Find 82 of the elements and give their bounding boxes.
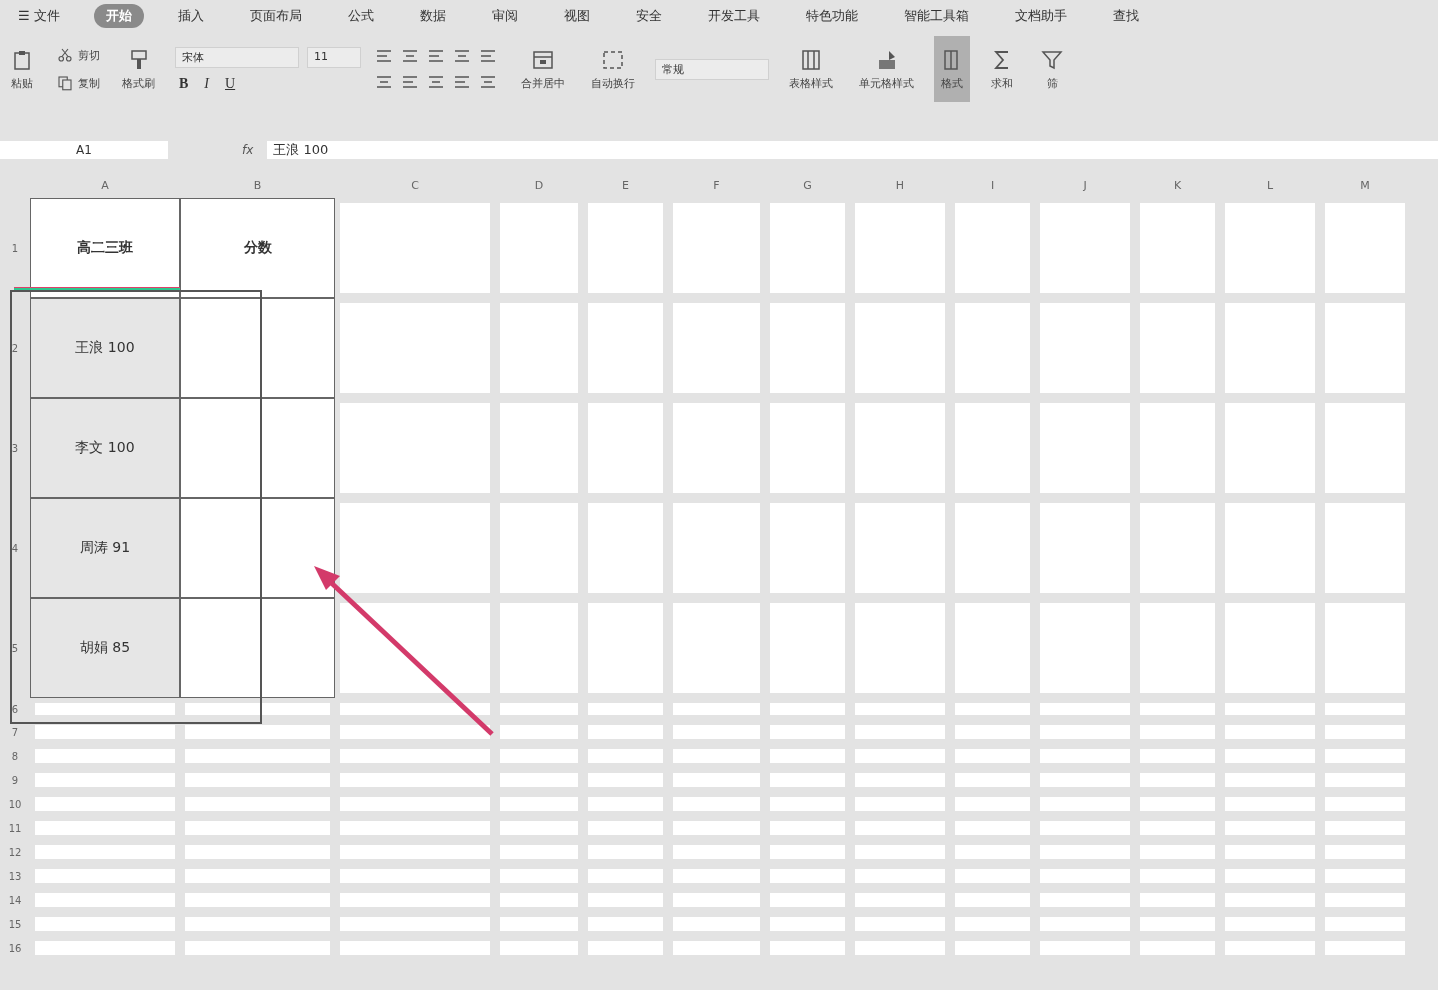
align-icon[interactable] [401,73,419,91]
ribbon-button[interactable]: 合并居中 [515,36,571,102]
format-button[interactable]: U [221,75,240,92]
ribbon-button[interactable]: 格式 [934,36,970,102]
menu-tab[interactable]: 开发工具 [695,4,772,28]
row-header[interactable]: 11 [0,816,30,840]
column-header[interactable]: G [765,172,850,198]
align-icon[interactable] [427,73,445,91]
column-header[interactable]: H [850,172,950,198]
table-icon [799,47,823,72]
menu-tab[interactable]: 特色功能 [793,4,870,28]
row-header[interactable]: 1 [0,198,30,298]
row-header[interactable]: 13 [0,864,30,888]
copy-icon [56,74,74,92]
ribbon-button[interactable]: 单元格样式 [853,36,920,102]
ribbon-button[interactable]: 剪切 [54,44,102,66]
menu-tab[interactable]: 文档助手 [1002,4,1079,28]
menu-tab[interactable]: 审阅 [479,4,530,28]
menu-tab[interactable]: ☰ 文件 [6,4,72,28]
align-icon[interactable] [427,47,445,65]
menu-tab[interactable]: 插入 [165,4,216,28]
row-header[interactable]: 16 [0,936,30,960]
align-icon[interactable] [375,47,393,65]
formula-field[interactable]: 王浪 100 [267,141,1438,159]
column-header[interactable]: A [30,172,180,198]
font-name-field[interactable]: 宋体 [175,46,299,68]
format-button[interactable]: B [175,75,193,92]
column-header[interactable]: D [495,172,583,198]
name-box[interactable]: A1 [0,141,168,159]
row-header[interactable]: 4 [0,498,30,598]
format-button[interactable]: I [200,75,213,92]
font-size-field[interactable]: 11 [307,46,361,68]
table-cell: 周涛 91 [30,498,180,598]
column-header[interactable]: K [1135,172,1220,198]
align-icon[interactable] [453,47,471,65]
row-header[interactable]: 3 [0,398,30,498]
table-cell: 李文 100 [30,398,180,498]
column-header[interactable]: F [668,172,765,198]
ribbon-button[interactable]: 格式刷 [116,36,161,102]
align-icon[interactable] [479,47,497,65]
row-header[interactable]: 6 [0,698,30,720]
ribbon-button[interactable]: 自动换行 [585,36,641,102]
align-icon[interactable] [479,73,497,91]
column-header[interactable]: I [950,172,1035,198]
column-header[interactable]: L [1220,172,1320,198]
ribbon-button[interactable]: 筛 [1034,36,1070,102]
table-cell: 王浪 100 [30,298,180,398]
ribbon-button[interactable]: 粘贴 [4,36,40,102]
align-icon[interactable] [401,47,419,65]
menu-tab[interactable]: 页面布局 [237,4,314,28]
menu-tab[interactable]: 数据 [407,4,458,28]
table-cell: 高二三班 [30,198,180,298]
menu-tab[interactable]: 安全 [623,4,674,28]
row-header[interactable]: 7 [0,720,30,744]
menu-tab[interactable]: 公式 [335,4,386,28]
menu-tab[interactable]: 智能工具箱 [891,4,981,28]
table-cell: 胡娟 85 [30,598,180,698]
row-header[interactable]: 10 [0,792,30,816]
row-header[interactable]: 5 [0,598,30,698]
column-header[interactable]: E [583,172,668,198]
align-icon[interactable] [453,73,471,91]
row-header[interactable]: 9 [0,768,30,792]
menu-tab[interactable]: 视图 [551,4,602,28]
column-header[interactable]: J [1035,172,1135,198]
menu-tab[interactable]: 查找 [1100,4,1151,28]
row-header[interactable]: 12 [0,840,30,864]
ribbon-button[interactable]: 复制 [54,72,102,94]
table-cell: 分数 [180,198,335,298]
function-label[interactable]: fx [242,143,254,157]
row-header[interactable]: 8 [0,744,30,768]
row-header[interactable]: 14 [0,888,30,912]
column-header[interactable]: M [1320,172,1410,198]
number-format-field[interactable]: 常规 [655,58,769,80]
menu-tab[interactable]: 开始 [93,4,144,28]
column-header[interactable]: B [180,172,335,198]
row-header[interactable]: 2 [0,298,30,398]
cut-icon [56,46,74,64]
align-icon[interactable] [375,73,393,91]
ribbon-button[interactable]: 表格样式 [783,36,839,102]
ribbon-button[interactable]: 求和 [984,36,1020,102]
row-header[interactable]: 15 [0,912,30,936]
column-header[interactable]: C [335,172,495,198]
